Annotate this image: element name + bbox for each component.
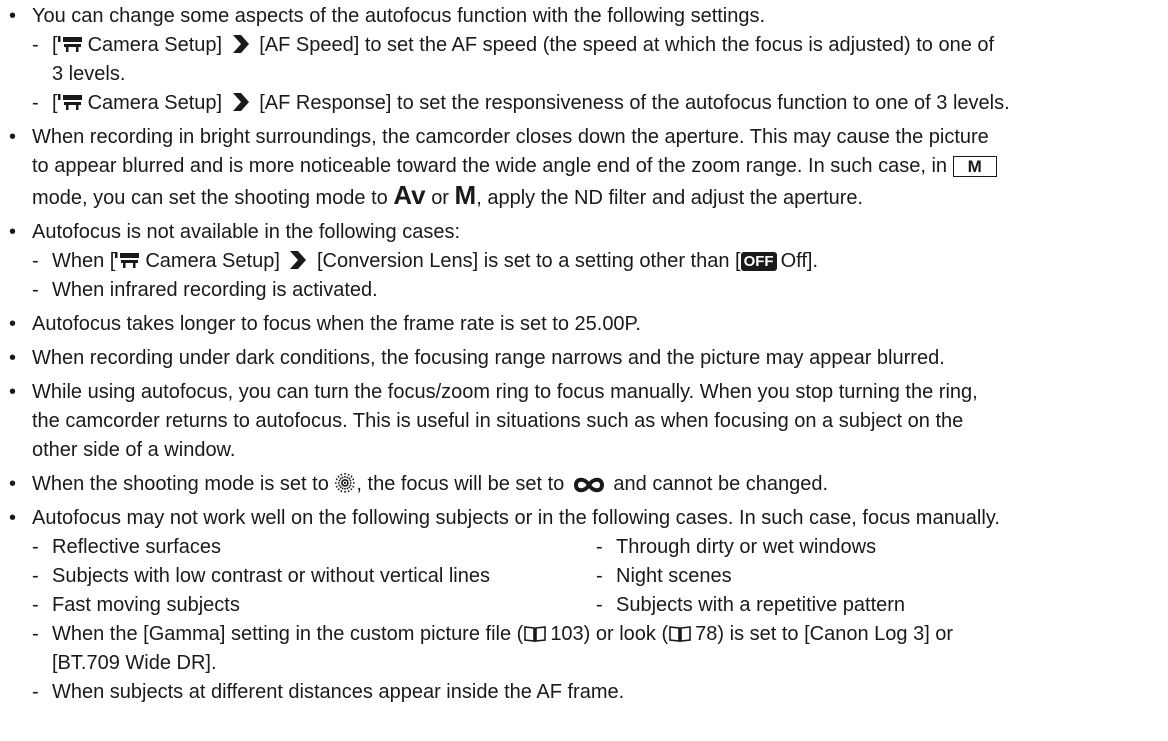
list-text: When the shooting mode is set to [32,473,329,495]
dash: - [32,565,39,587]
list-item: • When recording under dark conditions, … [8,344,1160,373]
chevron-right-icon [232,35,249,53]
setting-text: [Conversion Lens] is set to a setting ot… [317,250,741,272]
case-text: 103) or look ( [550,623,669,645]
list-text: When recording under dark conditions, th… [32,347,945,369]
case-text-continued: [BT.709 Wide DR]. [52,652,217,674]
fireworks-icon [335,473,356,493]
case-text: Subjects with a repetitive pattern [616,594,906,616]
list-text: mode, you can set the shooting mode to [32,187,388,209]
menu-label: Camera Setup] [87,92,223,114]
menu-label: Camera Setup] [145,250,280,272]
setting-text: Off]. [780,250,818,272]
list-text: When recording in bright surroundings, t… [32,126,989,148]
dash: - [32,681,39,703]
two-column-row: - Reflective surfaces - Through dirty or w… [32,533,1160,562]
list-item: • Autofocus is not available in the foll… [8,218,1160,305]
setting-text: [AF Response] to set the responsiveness … [259,92,1010,114]
camera-setup-icon [57,94,82,110]
camera-setup-icon [57,36,82,52]
case-text: Reflective surfaces [52,536,221,558]
sub-item: - When the [Gamma] setting in the custom… [32,620,1160,678]
list-text: , apply the ND filter and adjust the ape… [476,187,864,209]
case-text: Night scenes [616,565,732,587]
list-text: and cannot be changed. [613,473,829,495]
case-text: When subjects at different distances app… [52,681,625,703]
book-reference-icon [669,626,691,642]
dash: - [32,623,39,645]
m-mode-icon: M [454,180,477,210]
list-text: Autofocus is not available in the follow… [32,221,461,243]
dash: - [32,92,39,114]
list-text: When infrared recording is activated. [52,279,378,301]
case-text: 78) is set to [Canon Log 3] or [695,623,954,645]
menu-label: Camera Setup] [87,34,223,56]
list-text: other side of a window. [32,439,236,461]
chevron-right-icon [232,93,249,111]
list-text: to appear blurred and is more noticeable… [32,155,948,177]
camera-setup-icon [115,252,140,268]
dash: - [32,34,39,56]
av-mode-icon: Av [393,180,426,210]
two-column-row: - Subjects with low contrast or without v… [32,562,1160,591]
bullet: • [9,473,17,495]
sub-item: - [Camera Setup] [AF Speed] to set the A… [32,31,1160,89]
list-item: • Autofocus takes longer to focus when t… [8,310,1160,339]
chevron-right-icon [290,251,307,269]
dash: - [32,594,39,616]
sub-item: - When [ Camera Setup] [Conversion Lens] … [32,247,1160,276]
list-text: Autofocus takes longer to focus when the… [32,313,641,335]
case-text: Through dirty or wet windows [616,536,877,558]
bullet: • [9,126,17,148]
case-text: When the [Gamma] setting in the custom p… [52,623,524,645]
bullet: • [9,507,17,529]
list-text: When [ [52,250,116,272]
list-item: • When recording in bright surroundings,… [8,123,1160,213]
list-item: • Autofocus may not work well on the fol… [8,504,1160,707]
two-column-row: - Fast moving subjects - Subjects with a r… [32,591,1160,620]
sub-item: - [Camera Setup] [AF Response] to set th… [32,89,1160,118]
dash: - [596,565,603,587]
manual-mode-icon: M [952,156,997,177]
bullet: • [9,313,17,335]
sub-item: - When infrared recording is activated. [32,276,1160,305]
case-text: Subjects with low contrast or without ve… [52,565,490,587]
dash: - [32,536,39,558]
dash: - [596,536,603,558]
bullet: • [9,381,17,403]
dash: - [596,594,603,616]
list-text: Autofocus may not work well on the follo… [32,507,1000,529]
dash: - [32,279,39,301]
list-item: • While using autofocus, you can turn th… [8,378,1160,465]
sub-item: - When subjects at different distances a… [32,678,1160,707]
bullet: • [9,5,17,27]
list-text: the camcorder returns to autofocus. This… [32,410,964,432]
list-item: • When the shooting mode is set to , the… [8,470,1160,499]
bullet: • [9,347,17,369]
off-icon: OFF [740,252,777,271]
book-reference-icon [524,626,547,642]
bullet: • [9,221,17,243]
dash: - [32,250,39,272]
list-text: or [431,187,449,209]
infinity-icon [573,477,604,493]
list-text: You can change some aspects of the autof… [32,5,766,27]
list-item: • You can change some aspects of the aut… [8,2,1160,118]
case-text: Fast moving subjects [52,594,240,616]
setting-text-continued: 3 levels. [52,63,126,85]
setting-text: [AF Speed] to set the AF speed (the spee… [259,34,995,56]
list-text: , the focus will be set to [356,473,565,495]
document-body: • You can change some aspects of the aut… [8,2,1160,707]
list-text: While using autofocus, you can turn the … [32,381,978,403]
